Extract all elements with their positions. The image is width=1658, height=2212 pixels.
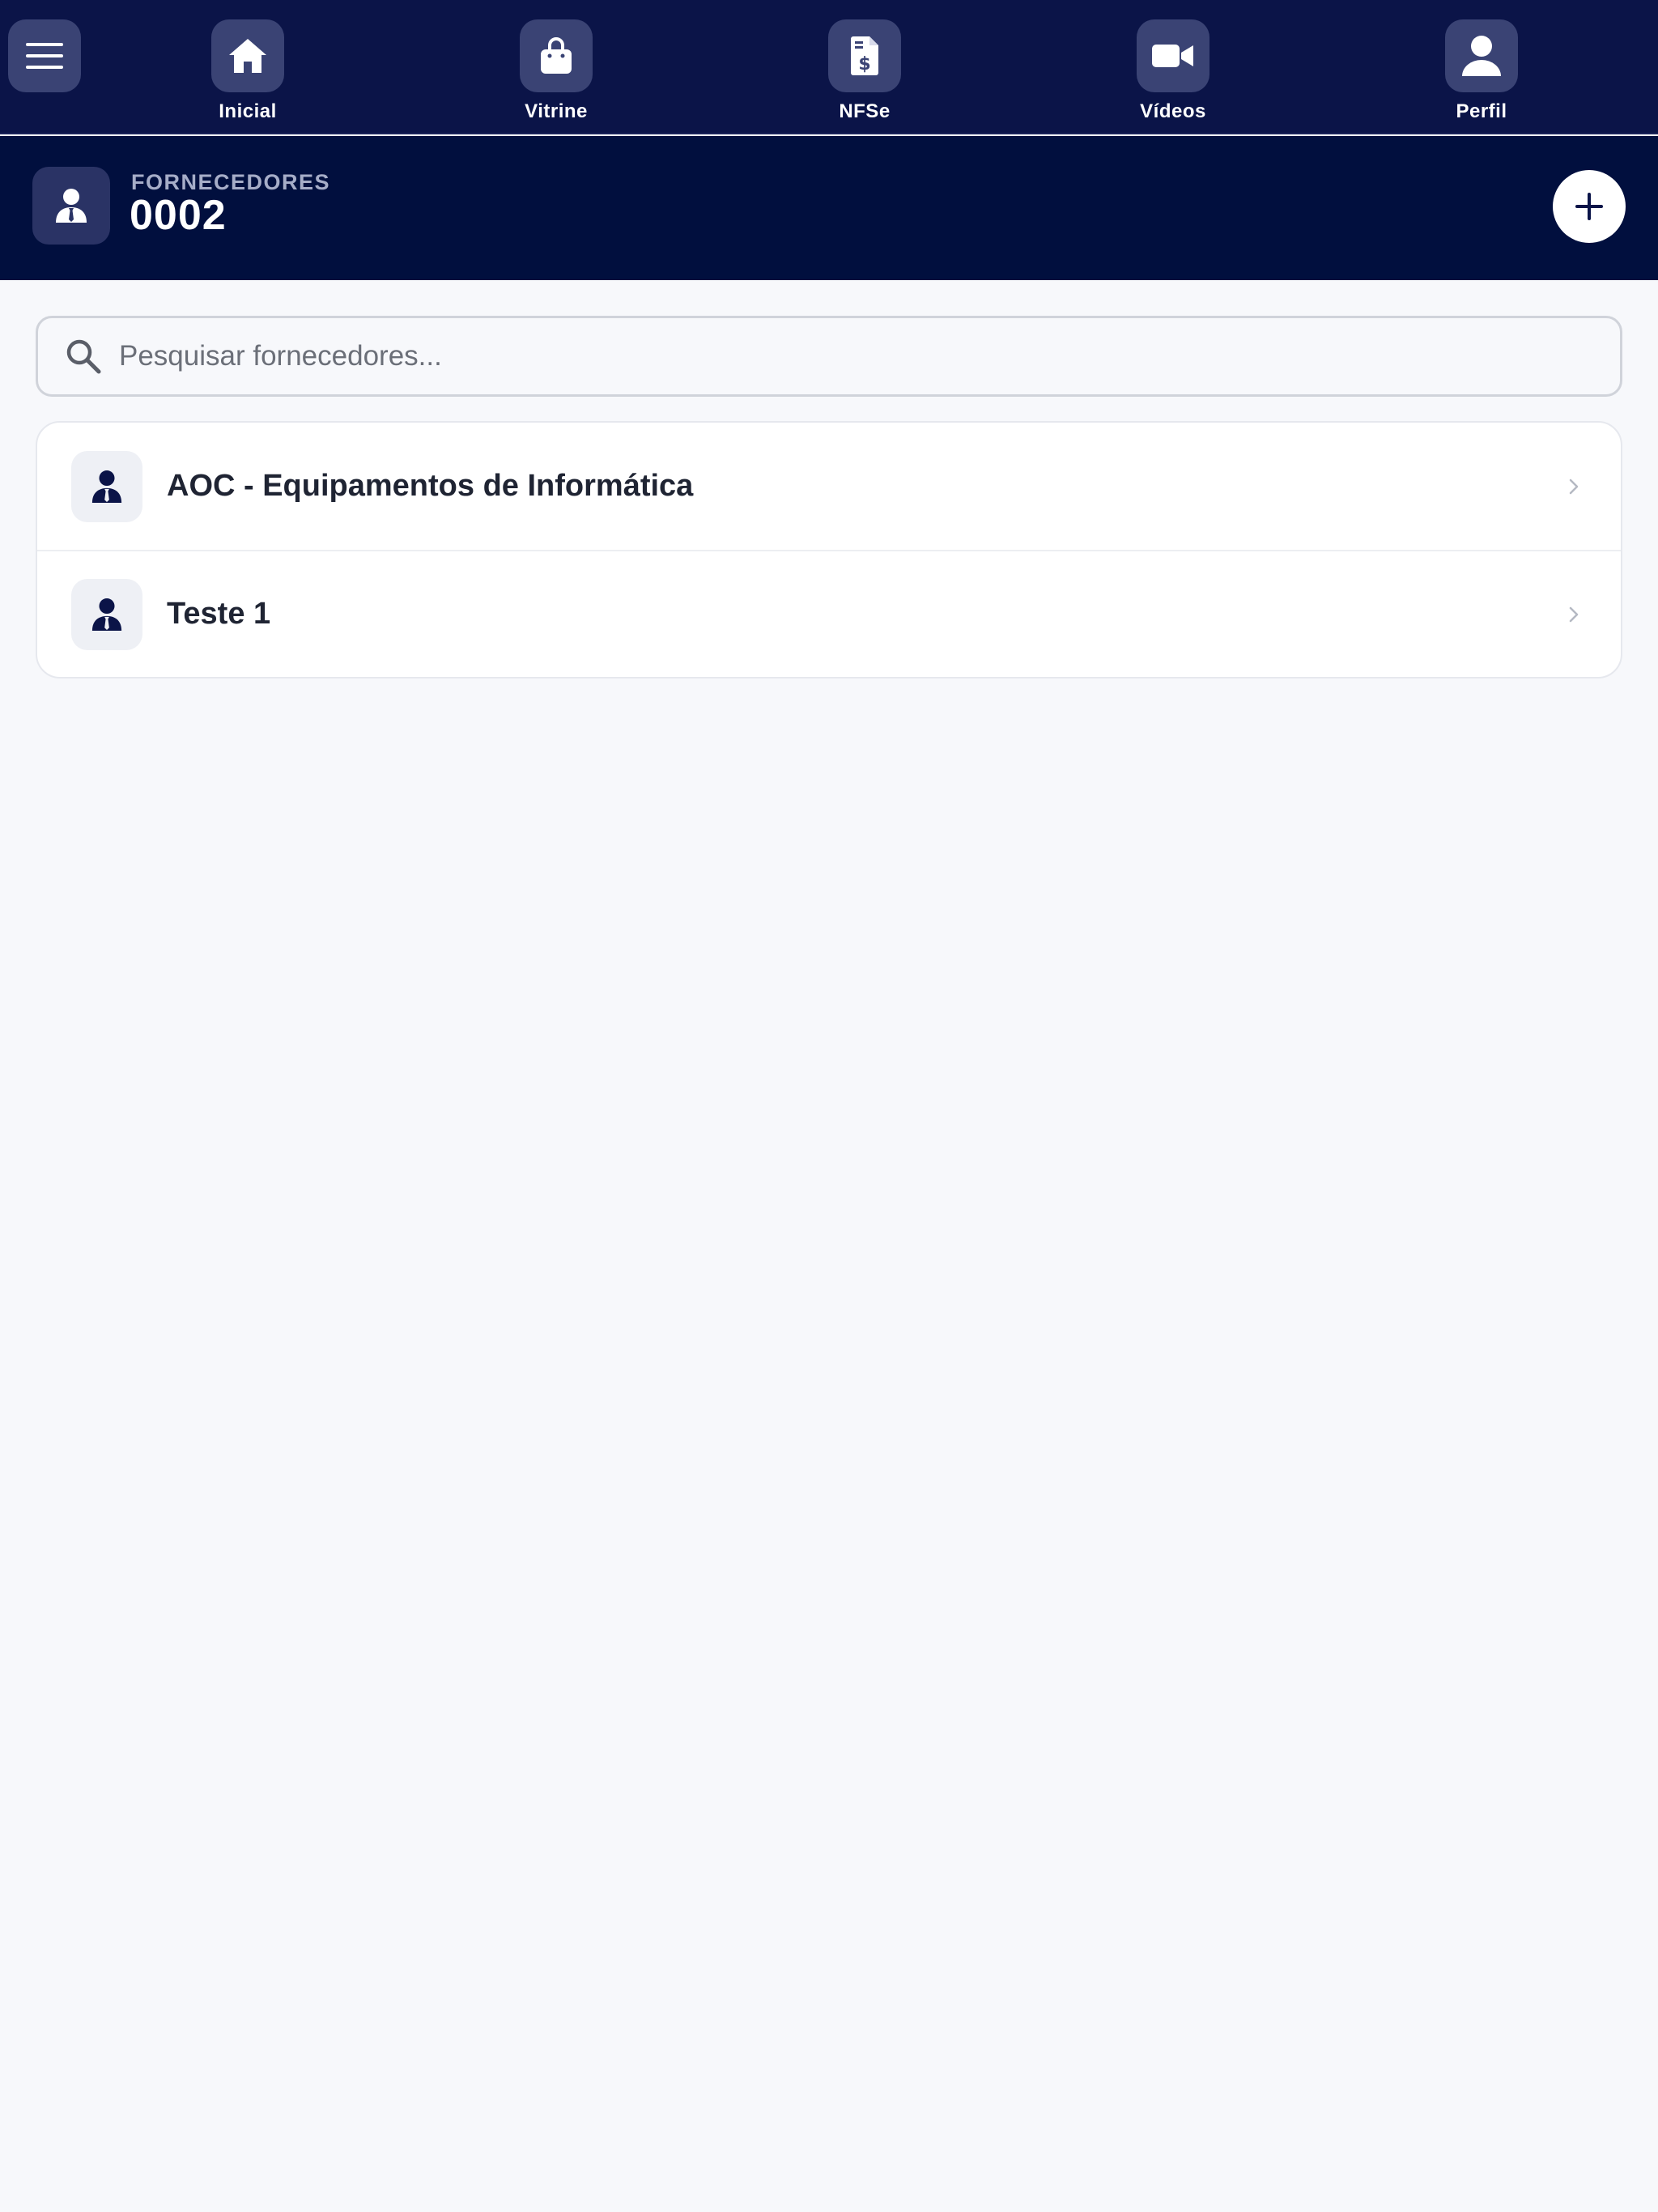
nav-label-inicial: Inicial [219,100,277,122]
top-navigation-bar: Inicial Vitrine $ NFSe Vídeos Perfil [0,0,1658,134]
supplier-name: Teste 1 [167,597,271,631]
nav-label-videos: Vídeos [1140,100,1206,122]
chevron-right-icon [1564,605,1584,624]
search-box [36,316,1622,397]
supplier-icon [91,470,122,503]
svg-text:$: $ [858,54,870,74]
search-icon [64,337,103,376]
video-camera-icon [1152,45,1193,67]
supplier-icon [91,598,122,631]
home-icon [229,39,266,73]
invoice-icon: $ [851,36,878,75]
chevron-right-icon [1564,477,1584,496]
nav-label-nfse: NFSe [839,100,891,122]
supplier-list: AOC - Equipamentos de Informática Teste … [36,421,1622,678]
nav-item-videos[interactable]: Vídeos [1108,19,1238,123]
header-avatar [32,167,110,245]
supplier-name: AOC - Equipamentos de Informática [167,469,694,503]
nav-item-nfse[interactable]: $ NFSe [800,19,929,123]
page-header: FORNECEDORES 0002 [0,136,1658,280]
add-supplier-button[interactable] [1553,170,1626,243]
nav-item-inicial[interactable]: Inicial [183,19,312,123]
user-icon [1462,36,1501,76]
nav-item-vitrine[interactable]: Vitrine [491,19,621,123]
supplier-icon [56,189,87,223]
list-item[interactable]: Teste 1 [37,550,1621,677]
plus-icon [1575,193,1603,220]
nav-label-vitrine: Vitrine [525,100,588,122]
search-input[interactable] [119,324,1620,389]
menu-button[interactable] [8,19,81,92]
list-item[interactable]: AOC - Equipamentos de Informática [37,423,1621,550]
supplier-count: 0002 [130,192,227,239]
nav-item-perfil[interactable]: Perfil [1417,19,1546,123]
nav-label-perfil: Perfil [1456,100,1507,122]
hamburger-menu-icon [26,43,63,69]
supplier-avatar [71,578,142,650]
shopping-bag-icon [541,37,572,74]
supplier-avatar [71,450,142,522]
